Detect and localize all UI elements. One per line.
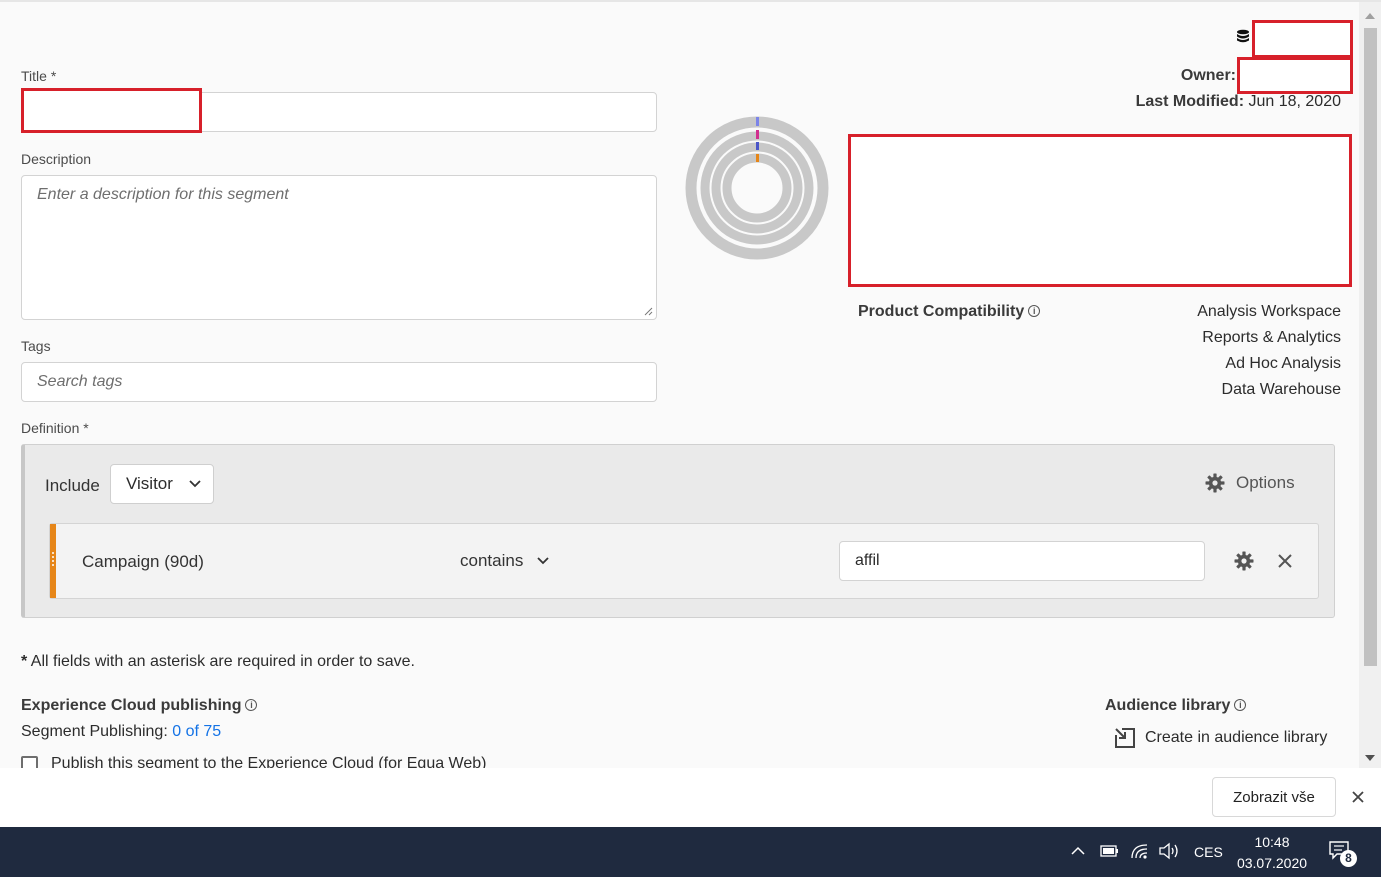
segment-summary-ring-chart [685,116,829,260]
tags-label: Tags [21,338,51,354]
taskbar-clock[interactable]: 10:48 03.07.2020 [1236,832,1308,874]
operator-value: contains [460,551,524,570]
audience-library-title: Audience library i [1105,697,1247,715]
definition-label: Definition * [21,420,89,436]
description-textarea[interactable]: Enter a description for this segment [21,175,657,320]
scroll-thumb[interactable] [1364,28,1377,666]
redacted-owner-value [1237,57,1353,94]
compat-item-data-warehouse: Data Warehouse [1221,381,1341,398]
vertical-scrollbar[interactable] [1359,2,1381,768]
options-label: Options [1236,473,1295,492]
notification-count-badge: 8 [1340,850,1357,867]
info-icon[interactable]: i [245,699,258,711]
description-label: Description [21,151,92,167]
required-fields-note: * All fields with an asterisk are requir… [21,653,415,670]
segment-publishing-count-link[interactable]: 0 of 75 [172,723,221,740]
battery-icon[interactable] [1099,844,1119,858]
database-icon [1237,29,1249,43]
definition-container[interactable]: Include Visitor Options Campaign (90d) c… [21,444,1335,618]
container-type-value: Visitor [126,474,173,493]
description-placeholder: Enter a description for this segment [37,186,289,203]
options-button[interactable]: Options [1205,473,1295,493]
tags-search-input[interactable]: Search tags [21,362,657,402]
volume-icon[interactable] [1158,842,1180,860]
compat-item-analysis-workspace: Analysis Workspace [1197,303,1341,320]
create-audience-label: Create in audience library [1145,729,1328,746]
clock-time: 10:48 [1254,834,1290,850]
drag-handle[interactable] [50,524,56,598]
chevron-down-icon [189,480,201,488]
segment-builder-window: Title * Description Enter a description … [0,0,1381,768]
wifi-icon[interactable] [1130,842,1149,860]
container-type-dropdown[interactable]: Visitor [110,464,214,504]
ec-publishing-title: Experience Cloud publishing i [21,697,258,715]
close-icon[interactable] [1352,791,1364,803]
product-compatibility-label: Product Compatibility i [858,303,1041,321]
action-center-button[interactable]: 8 [1328,840,1360,868]
compat-item-reports-analytics: Reports & Analytics [1202,329,1341,346]
rule-dimension[interactable]: Campaign (90d) [82,552,204,572]
chevron-down-icon [537,557,549,565]
redacted-title-value [21,88,202,133]
tags-placeholder: Search tags [37,373,123,390]
info-icon[interactable]: i [1234,699,1247,711]
input-language[interactable]: CES [1194,844,1223,860]
clock-date: 03.07.2020 [1236,855,1308,871]
include-label: Include [45,476,100,495]
last-modified: Last Modified: Jun 18, 2020 [1135,93,1341,110]
segment-publishing: Segment Publishing: 0 of 75 [21,723,222,740]
remove-rule-close-icon[interactable] [1277,553,1293,569]
scroll-up-arrow-icon[interactable] [1365,12,1375,19]
resize-handle-icon[interactable] [644,307,653,316]
owner-label: Owner: [1180,67,1236,84]
redacted-report-suite [1252,20,1353,58]
show-all-button[interactable]: Zobrazit vše [1212,777,1336,817]
redacted-summary-panel [848,134,1352,287]
windows-taskbar: CES 10:48 03.07.2020 8 [0,827,1381,877]
publish-checkbox[interactable] [21,755,38,768]
rule-settings-gear-icon[interactable] [1234,551,1254,571]
chevron-up-icon[interactable] [1071,846,1085,855]
export-to-audience-icon [1115,728,1135,748]
create-audience-button[interactable]: Create in audience library [1114,727,1327,749]
gear-icon [1205,473,1225,493]
rule-value: affil [855,552,880,569]
segment-rule-row[interactable]: Campaign (90d) contains affil [49,523,1319,599]
compat-item-ad-hoc-analysis: Ad Hoc Analysis [1225,355,1341,372]
operator-dropdown[interactable]: contains [460,551,549,571]
publish-checkbox-row[interactable]: Publish this segment to the Experience C… [21,755,487,768]
scroll-down-arrow-icon[interactable] [1365,755,1375,762]
publish-checkbox-label: Publish this segment to the Experience C… [51,755,487,768]
rule-value-input[interactable]: affil [839,541,1205,581]
title-label: Title * [21,68,57,84]
download-notification-bar: Zobrazit vše [0,768,1381,827]
info-icon[interactable]: i [1028,305,1041,317]
